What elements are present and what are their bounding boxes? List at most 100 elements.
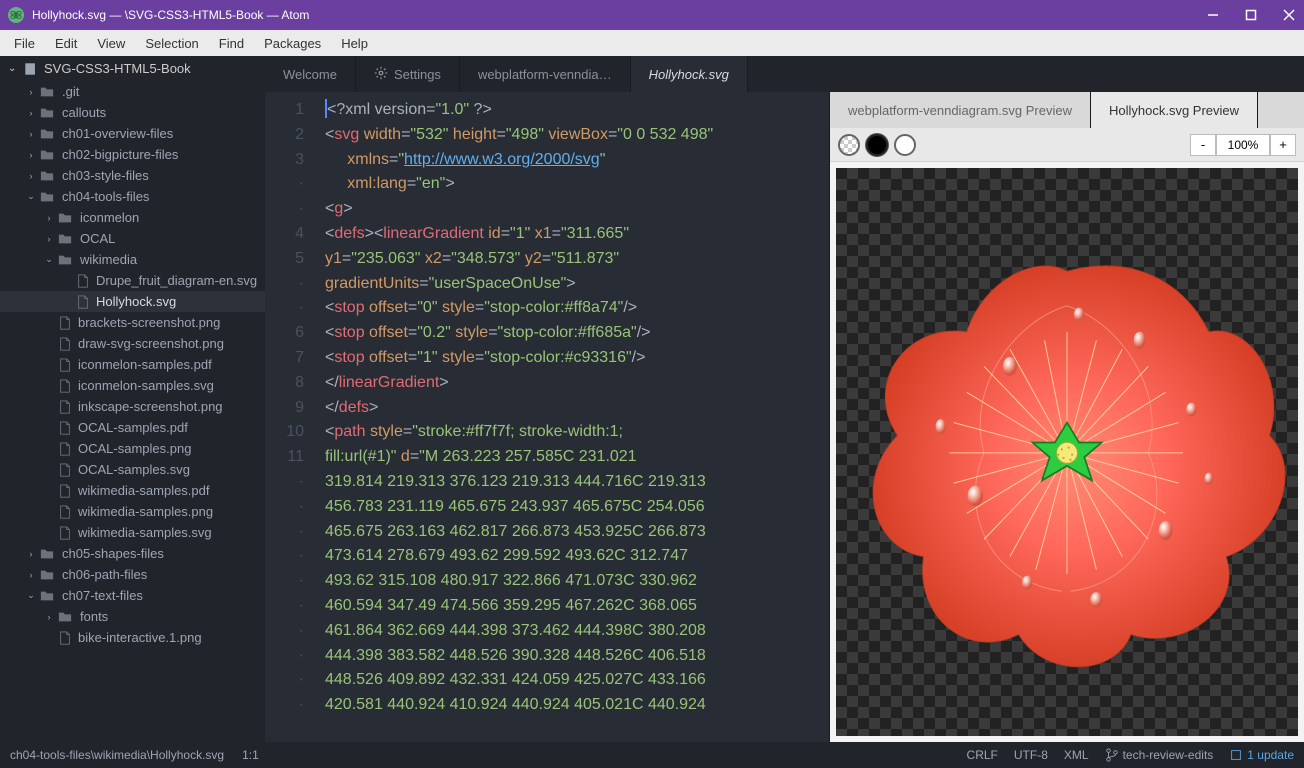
tree-file[interactable]: OCAL-samples.pdf: [0, 417, 265, 438]
bg-black-button[interactable]: [866, 134, 888, 156]
tree-file[interactable]: inkscape-screenshot.png: [0, 396, 265, 417]
menu-packages[interactable]: Packages: [254, 34, 331, 53]
status-encoding[interactable]: UTF-8: [1014, 748, 1048, 762]
code-line: </defs>: [325, 396, 819, 421]
tree-item-label: OCAL-samples.png: [78, 441, 191, 456]
folder-icon: [40, 589, 56, 603]
folder-icon: [40, 85, 56, 99]
tree-file[interactable]: wikimedia-samples.png: [0, 501, 265, 522]
tree-root[interactable]: ⌄ SVG-CSS3-HTML5-Book: [0, 56, 265, 81]
file-tree-sidebar[interactable]: ⌄ SVG-CSS3-HTML5-Book ›.git›callouts›ch0…: [0, 56, 265, 742]
tree-file[interactable]: iconmelon-samples.svg: [0, 375, 265, 396]
line-number: 5: [265, 247, 304, 272]
tree-folder[interactable]: ›callouts: [0, 102, 265, 123]
chevron-down-icon: ⌄: [44, 254, 54, 265]
tree-folder[interactable]: ›ch03-style-files: [0, 165, 265, 186]
status-cursor-position[interactable]: 1:1: [242, 748, 259, 762]
tree-file[interactable]: OCAL-samples.svg: [0, 459, 265, 480]
tree-file[interactable]: draw-svg-screenshot.png: [0, 333, 265, 354]
line-number: ·: [265, 197, 304, 222]
line-number: ·: [265, 272, 304, 297]
status-line-ending[interactable]: CRLF: [967, 748, 998, 762]
tree-folder[interactable]: ›ch01-overview-files: [0, 123, 265, 144]
tree-folder[interactable]: ›fonts: [0, 606, 265, 627]
code-line: 420.581 440.924 410.924 440.924 405.021C…: [325, 693, 819, 718]
maximize-button[interactable]: [1244, 8, 1258, 22]
code-line: 493.62 315.108 480.917 322.866 471.073C …: [325, 569, 819, 594]
tree-folder[interactable]: ⌄ch04-tools-files: [0, 186, 265, 207]
chevron-right-icon: ›: [26, 129, 36, 139]
tree-file[interactable]: Drupe_fruit_diagram-en.svg: [0, 270, 265, 291]
preview-canvas[interactable]: [836, 168, 1298, 736]
tree-item-label: ch02-bigpicture-files: [62, 147, 178, 162]
tree-file[interactable]: wikimedia-samples.svg: [0, 522, 265, 543]
folder-icon: [58, 232, 74, 246]
tree-folder[interactable]: ›.git: [0, 81, 265, 102]
file-icon: [58, 463, 72, 477]
chevron-down-icon: ⌄: [8, 63, 20, 74]
tree-file[interactable]: bike-interactive.1.png: [0, 627, 265, 648]
chevron-right-icon: ›: [44, 234, 54, 244]
status-git-branch[interactable]: tech-review-edits: [1105, 748, 1214, 762]
tab-label: Settings: [394, 67, 441, 82]
tree-item-label: brackets-screenshot.png: [78, 315, 220, 330]
minimize-button[interactable]: [1206, 8, 1220, 22]
line-number: 6: [265, 321, 304, 346]
zoom-in-button[interactable]: +: [1270, 134, 1296, 156]
menu-selection[interactable]: Selection: [135, 34, 208, 53]
status-file-path[interactable]: ch04-tools-files\wikimedia\Hollyhock.svg: [10, 748, 224, 762]
tree-folder[interactable]: ›ch02-bigpicture-files: [0, 144, 265, 165]
line-number: ·: [265, 594, 304, 619]
tree-folder[interactable]: ⌄ch07-text-files: [0, 585, 265, 606]
chevron-down-icon: ⌄: [26, 590, 36, 601]
tab-webplatform-venndiagram-svg-preview[interactable]: webplatform-venndiagram.svg Preview: [830, 92, 1091, 128]
tree-folder[interactable]: ›ch05-shapes-files: [0, 543, 265, 564]
tab-webplatform-venndia-[interactable]: webplatform-venndia…: [460, 56, 631, 92]
tree-item-label: .git: [62, 84, 79, 99]
line-number: 3: [265, 148, 304, 173]
tree-item-label: bike-interactive.1.png: [78, 630, 202, 645]
status-bar: ch04-tools-files\wikimedia\Hollyhock.svg…: [0, 742, 1304, 768]
file-icon: [58, 526, 72, 540]
status-updates[interactable]: 1 update: [1229, 748, 1294, 762]
code-content[interactable]: <?xml version="1.0" ?><svg width="532" h…: [315, 92, 829, 742]
tree-folder[interactable]: ⌄wikimedia: [0, 249, 265, 270]
close-button[interactable]: [1282, 8, 1296, 22]
tab-hollyhock-svg-preview[interactable]: Hollyhock.svg Preview: [1091, 92, 1258, 128]
tree-file[interactable]: brackets-screenshot.png: [0, 312, 265, 333]
code-line: <path style="stroke:#ff7f7f; stroke-widt…: [325, 420, 819, 445]
bg-white-button[interactable]: [894, 134, 916, 156]
tree-folder[interactable]: ›ch06-path-files: [0, 564, 265, 585]
zoom-out-button[interactable]: -: [1190, 134, 1216, 156]
bg-transparent-button[interactable]: [838, 134, 860, 156]
tree-file[interactable]: wikimedia-samples.pdf: [0, 480, 265, 501]
line-number: ·: [265, 619, 304, 644]
code-editor[interactable]: 123··45··67891011·········· <?xml versio…: [265, 92, 829, 742]
menu-help[interactable]: Help: [331, 34, 378, 53]
tree-file[interactable]: OCAL-samples.png: [0, 438, 265, 459]
code-line: 319.814 219.313 376.123 219.313 444.716C…: [325, 470, 819, 495]
line-number: 9: [265, 396, 304, 421]
titlebar: Hollyhock.svg — \SVG-CSS3-HTML5-Book — A…: [0, 0, 1304, 30]
tree-file[interactable]: Hollyhock.svg: [0, 291, 265, 312]
tab-settings[interactable]: Settings: [356, 56, 460, 92]
file-icon: [58, 379, 72, 393]
menu-file[interactable]: File: [4, 34, 45, 53]
tree-folder[interactable]: › OCAL: [0, 228, 265, 249]
chevron-right-icon: ›: [26, 549, 36, 559]
code-line: fill:url(#1)" d="M 263.223 257.585C 231.…: [325, 445, 819, 470]
menu-view[interactable]: View: [87, 34, 135, 53]
code-line: <defs><linearGradient id="1" x1="311.665…: [325, 222, 819, 247]
tab-welcome[interactable]: Welcome: [265, 56, 356, 92]
status-grammar[interactable]: XML: [1064, 748, 1089, 762]
line-number: 8: [265, 371, 304, 396]
tree-item-label: ch06-path-files: [62, 567, 147, 582]
menu-edit[interactable]: Edit: [45, 34, 87, 53]
tree-item-label: OCAL: [80, 231, 115, 246]
tab-hollyhock-svg[interactable]: Hollyhock.svg: [631, 56, 748, 92]
tab-label: Hollyhock.svg: [649, 67, 729, 82]
menu-find[interactable]: Find: [209, 34, 254, 53]
tree-item-label: fonts: [80, 609, 108, 624]
tree-file[interactable]: iconmelon-samples.pdf: [0, 354, 265, 375]
tree-folder[interactable]: ›iconmelon: [0, 207, 265, 228]
